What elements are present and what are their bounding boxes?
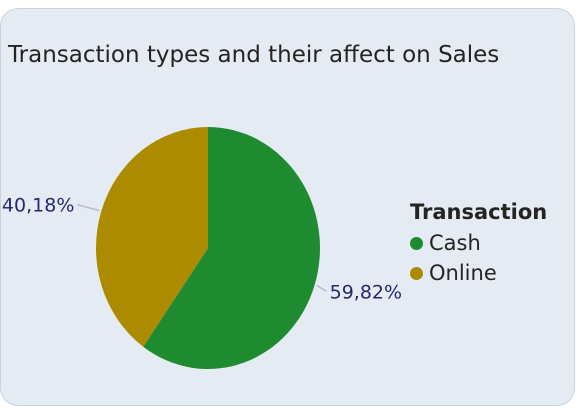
leader-line-cash bbox=[316, 284, 328, 292]
legend-swatch-cash bbox=[410, 236, 423, 250]
legend-title: Transaction bbox=[410, 200, 548, 224]
legend-label-cash: Cash bbox=[429, 231, 481, 255]
data-label-cash: 59,82% bbox=[330, 281, 402, 303]
legend-label-online: Online bbox=[429, 261, 497, 285]
data-label-online: 40,18% bbox=[2, 195, 74, 217]
legend-item-online[interactable]: Online bbox=[410, 258, 547, 288]
legend-swatch-online bbox=[410, 266, 423, 280]
leader-line-online bbox=[77, 203, 100, 212]
legend: Transaction Cash Online bbox=[410, 200, 547, 288]
legend-item-cash[interactable]: Cash bbox=[410, 228, 547, 258]
pie-slices bbox=[96, 127, 321, 369]
